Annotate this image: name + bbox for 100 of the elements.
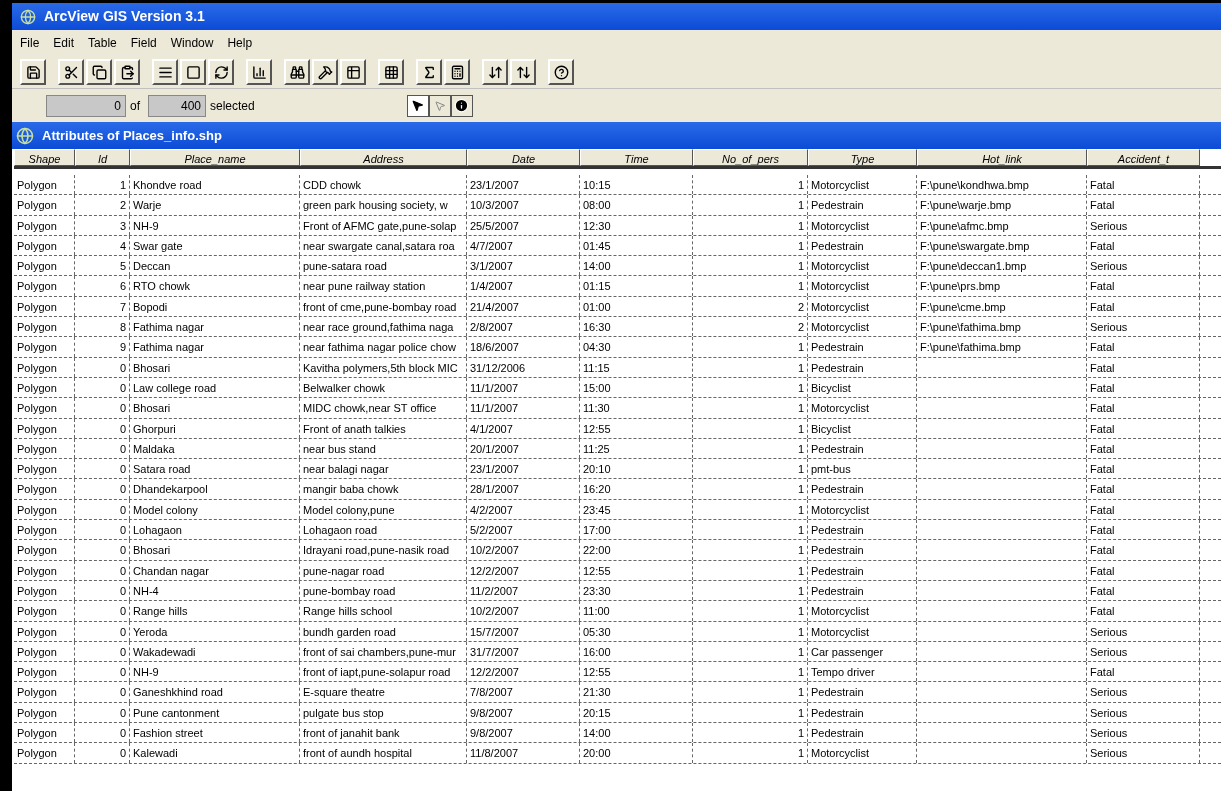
toolbar-button[interactable] (416, 59, 442, 85)
shape-cell: Polygon (17, 280, 57, 293)
column-header[interactable]: Date (467, 149, 580, 166)
accident-cell: Serious (1090, 686, 1128, 699)
id-cell: 0 (119, 625, 126, 638)
column-header[interactable]: Shape (14, 149, 75, 166)
menu-item[interactable]: Field (130, 34, 157, 52)
select-tool-button[interactable] (428, 94, 451, 117)
time-cell: 23:45 (583, 503, 611, 516)
toolbar-button[interactable] (340, 59, 366, 85)
date-cell: 20/1/2007 (470, 442, 519, 455)
place-name-cell: Deccan (133, 260, 171, 273)
column-header[interactable]: Accident_t (1087, 149, 1200, 166)
persons-cell: 1 (797, 747, 804, 760)
shape-cell: Polygon (17, 361, 57, 374)
persons-cell: 1 (797, 605, 804, 618)
toolbar-button[interactable] (284, 59, 310, 85)
shape-cell: Polygon (17, 544, 57, 557)
type-cell: pmt-bus (811, 463, 851, 476)
time-cell: 16:30 (583, 321, 611, 334)
place-name-cell: Dhandekarpool (133, 483, 208, 496)
toolbar-button[interactable] (482, 59, 508, 85)
column-header[interactable]: Id (75, 149, 130, 166)
of-label: of (130, 97, 140, 115)
column-header[interactable]: Hot_link (917, 149, 1087, 166)
date-cell: 21/4/2007 (470, 300, 519, 313)
type-cell: Motorcyclist (811, 402, 870, 415)
address-cell: Lohagaon road (303, 524, 377, 537)
type-cell: Motorcyclist (811, 747, 870, 760)
place-name-cell: Bhosari (133, 544, 171, 557)
date-cell: 31/7/2007 (470, 645, 519, 658)
pointer-tool-button[interactable] (406, 94, 429, 117)
time-cell: 15:00 (583, 381, 611, 394)
menu-item[interactable]: Edit (53, 34, 75, 52)
date-cell: 23/1/2007 (470, 463, 519, 476)
toolbar-button[interactable] (208, 59, 234, 85)
toolbar-button[interactable] (312, 59, 338, 85)
paste-icon (119, 64, 135, 80)
accident-cell: Fatal (1090, 381, 1115, 394)
time-cell: 20:00 (583, 747, 611, 760)
date-cell: 25/5/2007 (470, 219, 519, 232)
hot-link-cell: F:\pune\kondhwa.bmp (920, 179, 1029, 191)
toolbar-button[interactable] (510, 59, 536, 85)
shape-cell: Polygon (17, 381, 57, 394)
shape-cell: Polygon (17, 463, 57, 476)
shape-cell: Polygon (17, 645, 57, 658)
type-cell: Pedestrain (811, 564, 864, 577)
id-cell: 0 (119, 645, 126, 658)
menu-item[interactable]: Window (170, 34, 214, 52)
column-header[interactable]: Address (300, 149, 467, 166)
menu-item[interactable]: File (20, 34, 40, 52)
menu-item[interactable]: Help (227, 34, 253, 52)
toolbar-button[interactable] (180, 59, 206, 85)
calculator-icon (449, 64, 465, 80)
info-tool-button[interactable] (450, 94, 473, 117)
type-cell: Pedestrain (811, 727, 864, 739)
time-cell: 23:30 (583, 584, 611, 597)
id-cell: 0 (119, 727, 126, 739)
date-cell: 4/1/2007 (470, 422, 513, 435)
toolbar-button[interactable] (246, 59, 272, 85)
accident-cell: Fatal (1090, 544, 1115, 557)
type-cell: Motorcyclist (811, 219, 870, 232)
persons-cell: 1 (797, 402, 804, 415)
column-header[interactable]: No_of_pers (693, 149, 808, 166)
place-name-cell: Bhosari (133, 402, 171, 415)
id-cell: 4 (119, 239, 126, 252)
date-cell: 15/7/2007 (470, 625, 519, 638)
time-cell: 10:15 (583, 179, 611, 191)
time-cell: 20:15 (583, 706, 611, 719)
shape-cell: Polygon (17, 239, 57, 252)
column-header[interactable]: Place_name (130, 149, 300, 166)
column-header[interactable]: Type (808, 149, 917, 166)
column-header[interactable]: Time (580, 149, 693, 166)
toolbar-button[interactable] (20, 59, 46, 85)
type-cell: Motorcyclist (811, 321, 870, 334)
address-cell: pulgate bus stop (303, 706, 384, 719)
toolbar-button[interactable] (378, 59, 404, 85)
table-icon (345, 64, 361, 80)
id-cell: 3 (119, 219, 126, 232)
menu-item[interactable]: Table (88, 34, 117, 52)
toolbar-button[interactable] (152, 59, 178, 85)
address-cell: bundh garden road (303, 625, 396, 638)
toolbar-button[interactable] (548, 59, 574, 85)
toolbar-button[interactable] (86, 59, 112, 85)
date-cell: 28/1/2007 (470, 483, 519, 496)
time-cell: 01:45 (583, 239, 611, 252)
copy-icon (91, 64, 107, 80)
toolbar-button[interactable] (114, 59, 140, 85)
persons-cell: 1 (797, 544, 804, 557)
type-cell: Pedestrain (811, 524, 864, 537)
hot-link-cell: F:\pune\deccan1.bmp (920, 260, 1027, 273)
persons-cell: 1 (797, 564, 804, 577)
shape-cell: Polygon (17, 442, 57, 455)
id-cell: 0 (119, 584, 126, 597)
toolbar-button[interactable] (444, 59, 470, 85)
place-name-cell: Warje (133, 199, 162, 212)
toolbar-button[interactable] (58, 59, 84, 85)
persons-cell: 1 (797, 422, 804, 435)
date-cell: 9/8/2007 (470, 727, 513, 739)
persons-cell: 1 (797, 463, 804, 476)
